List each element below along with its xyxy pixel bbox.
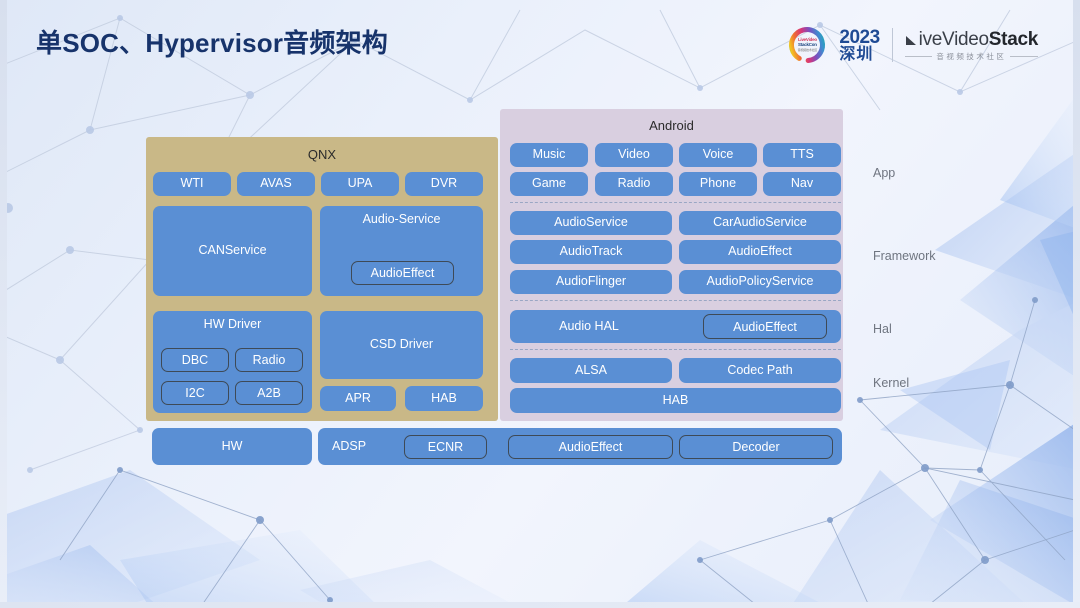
qnx-panel-title: QNX: [307, 147, 337, 162]
layer-label-hal: Hal: [873, 322, 892, 336]
android-fw-audiotrack[interactable]: AudioTrack: [510, 240, 672, 264]
bottom-adsp-label: ADSP: [332, 438, 367, 453]
bottom-adsp-ecnr[interactable]: ECNR: [404, 435, 487, 459]
android-fw-audiopolicyservice[interactable]: AudioPolicyService: [679, 270, 841, 294]
qnx-hw-driver-dbc[interactable]: DBC: [161, 348, 229, 372]
qnx-audio-service-label: Audio-Service: [362, 212, 441, 226]
android-app-video[interactable]: Video: [595, 143, 673, 167]
android-hal-kernel-separator: [510, 349, 841, 350]
android-hal-audioeffect[interactable]: AudioEffect: [703, 314, 827, 339]
layer-label-app: App: [873, 166, 896, 180]
slide-canvas: 单SOC、Hypervisor音频架构 LiveVideo StackCon 音…: [0, 0, 1080, 608]
android-kernel-hab[interactable]: HAB: [510, 388, 841, 413]
layer-label-framework: Framework: [873, 249, 936, 263]
qnx-canservice[interactable]: CANService: [153, 206, 312, 296]
android-kernel-codec-path[interactable]: Codec Path: [679, 358, 841, 383]
qnx-hw-driver-radio[interactable]: Radio: [235, 348, 303, 372]
android-app-voice[interactable]: Voice: [679, 143, 757, 167]
android-framework-hal-separator: [510, 300, 841, 301]
qnx-csd-hab[interactable]: HAB: [405, 386, 483, 411]
qnx-service-wti[interactable]: WTI: [153, 172, 231, 196]
bottom-adsp-audioeffect[interactable]: AudioEffect: [508, 435, 673, 459]
bottom-adsp-decoder[interactable]: Decoder: [679, 435, 833, 459]
android-fw-caraudioservice[interactable]: CarAudioService: [679, 211, 841, 235]
android-kernel-alsa[interactable]: ALSA: [510, 358, 672, 383]
qnx-service-avas[interactable]: AVAS: [237, 172, 315, 196]
qnx-hw-driver-label: HW Driver: [203, 317, 262, 331]
android-app-tts[interactable]: TTS: [763, 143, 841, 167]
qnx-audio-service-audioeffect[interactable]: AudioEffect: [351, 261, 454, 285]
architecture-diagram: QNX WTI AVAS UPA DVR CANService Audio-Se…: [0, 0, 1080, 608]
qnx-csd-driver[interactable]: CSD Driver: [320, 311, 483, 379]
qnx-csd-apr[interactable]: APR: [320, 386, 396, 411]
android-app-framework-separator: [510, 202, 841, 203]
android-app-nav[interactable]: Nav: [763, 172, 841, 196]
bottom-hw[interactable]: HW: [152, 428, 312, 465]
android-panel-title: Android: [649, 118, 694, 133]
android-app-game[interactable]: Game: [510, 172, 588, 196]
android-app-radio[interactable]: Radio: [595, 172, 673, 196]
android-fw-audioflinger[interactable]: AudioFlinger: [510, 270, 672, 294]
android-fw-audioservice[interactable]: AudioService: [510, 211, 672, 235]
android-fw-audioeffect[interactable]: AudioEffect: [679, 240, 841, 264]
layer-label-kernel: Kernel: [873, 376, 910, 390]
android-app-phone[interactable]: Phone: [679, 172, 757, 196]
android-app-music[interactable]: Music: [510, 143, 588, 167]
android-audio-hal-label: Audio HAL: [559, 318, 619, 333]
qnx-hw-driver-i2c[interactable]: I2C: [161, 381, 229, 405]
qnx-hw-driver-a2b[interactable]: A2B: [235, 381, 303, 405]
qnx-service-upa[interactable]: UPA: [321, 172, 399, 196]
qnx-service-dvr[interactable]: DVR: [405, 172, 483, 196]
